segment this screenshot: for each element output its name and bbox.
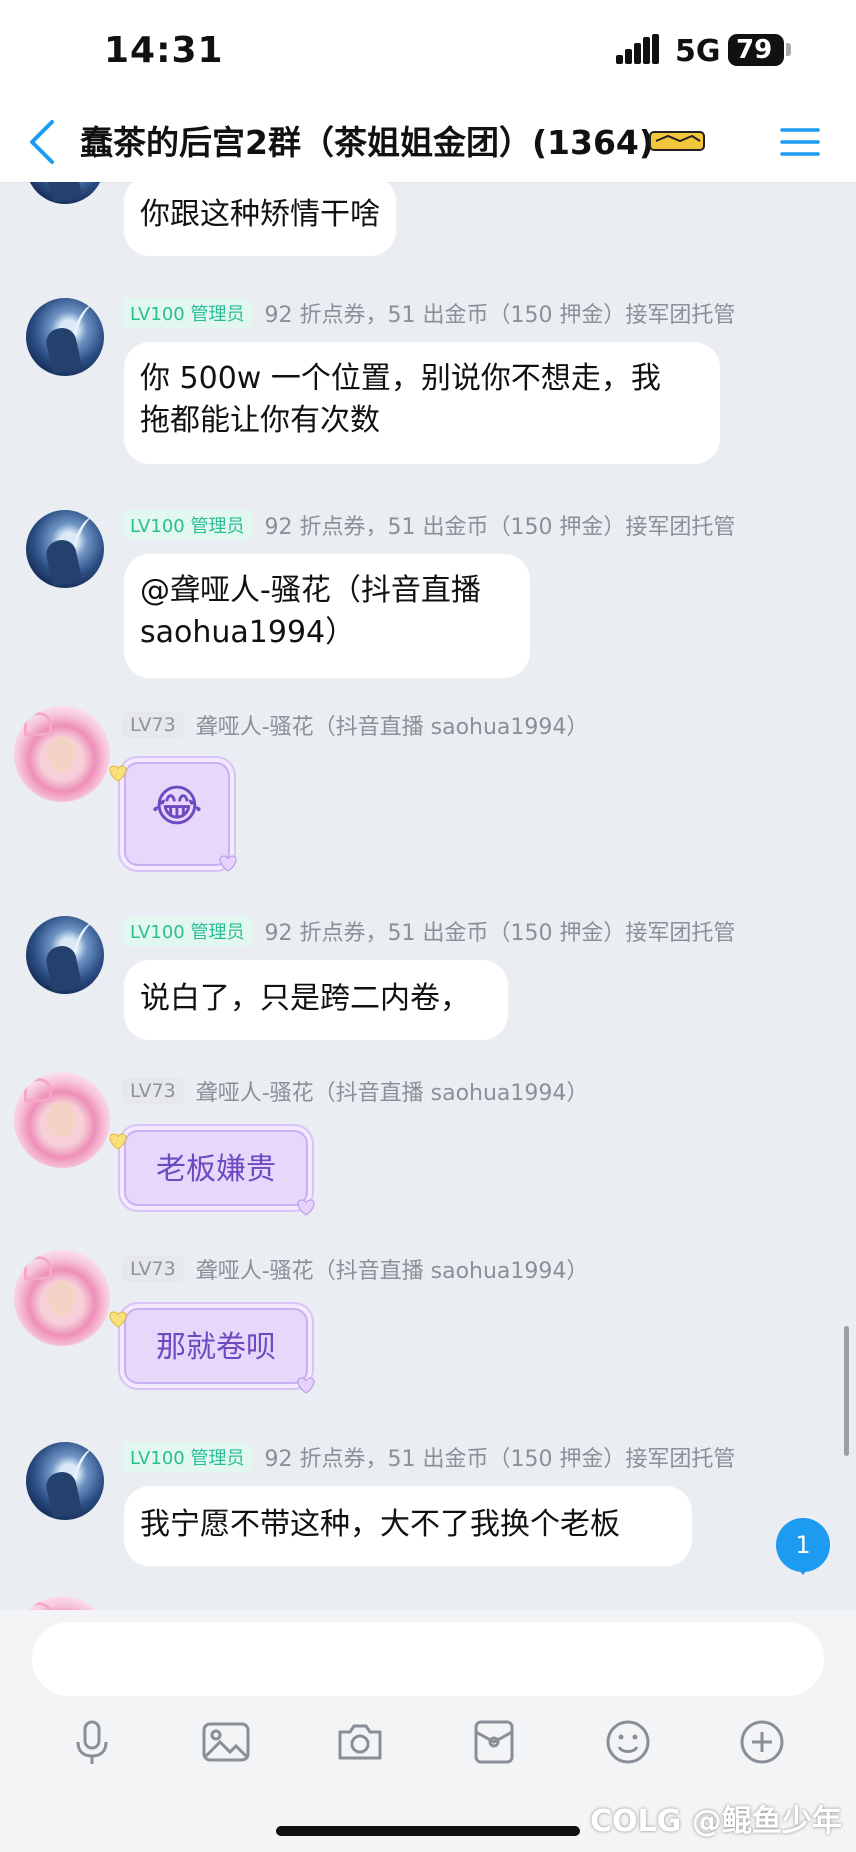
sender-name: 92 折点券，51 出金币（150 押金）接军团托管 [264, 303, 736, 328]
sender-meta: LV100 管理员 92 折点券，51 出金币（150 押金）接军团托管 [122, 1442, 735, 1472]
signal-icon [616, 34, 660, 64]
group-title[interactable]: 蠢茶的后宫2群（茶姐姐金团）(1364) [80, 116, 654, 164]
sticker-icon [648, 124, 706, 158]
image-icon[interactable] [198, 1714, 254, 1770]
avatar[interactable] [26, 298, 104, 376]
level-badge: LV100 管理员 [122, 1442, 253, 1472]
level-badge: LV73 [122, 1256, 184, 1282]
sender-meta: LV100 管理员 92 折点券，51 出金币（150 押金）接军团托管 [122, 916, 735, 946]
message-text: 老板嫌贵 [156, 1152, 276, 1187]
message-text: 我宁愿不带这种，大不了我换个老板 [140, 1507, 620, 1542]
heart-icon [109, 1311, 127, 1328]
sender-name: 聋哑人-骚花（抖音直播 saohua1994） [195, 1259, 589, 1284]
battery-icon: 79 [728, 34, 784, 66]
heart-icon [297, 1377, 315, 1394]
message-input[interactable] [32, 1622, 824, 1696]
level-badge: LV100 管理员 [122, 298, 253, 328]
laughing-emoji-icon: 😂 [151, 781, 203, 832]
level-badge: LV100 管理员 [122, 510, 253, 540]
avatar[interactable] [26, 916, 104, 994]
red-packet-icon[interactable] [466, 1714, 522, 1770]
chat-header: 蠢茶的后宫2群（茶姐姐金团）(1364) [0, 104, 856, 183]
message-bubble[interactable]: 你跟这种矫情干啥 [124, 182, 396, 256]
status-bar: 14:31 5G 79 [0, 0, 856, 104]
message-bubble[interactable]: 老板嫌贵 [124, 1130, 308, 1206]
heart-icon [109, 1133, 127, 1150]
sender-meta: LV100 管理员 92 折点券，51 出金币（150 押金）接军团托管 [122, 510, 735, 540]
scrollbar[interactable] [844, 1326, 849, 1456]
status-time: 14:31 [104, 30, 224, 71]
message-bubble[interactable]: 说白了，只是跨二内卷， [124, 960, 508, 1040]
sender-name: 聋哑人-骚花（抖音直播 saohua1994） [195, 715, 589, 740]
sender-meta: LV73 聋哑人-骚花（抖音直播 saohua1994） [122, 1254, 588, 1284]
message-bubble[interactable]: 那就卷呗 [124, 1308, 308, 1384]
plus-icon[interactable] [734, 1714, 790, 1770]
heart-icon [109, 765, 127, 782]
level-badge: LV100 管理员 [122, 916, 253, 946]
unread-badge[interactable]: 1 [776, 1518, 830, 1575]
avatar[interactable] [26, 1442, 104, 1520]
home-indicator[interactable] [276, 1826, 580, 1836]
level-badge: LV73 [122, 1078, 184, 1104]
back-icon[interactable] [22, 114, 66, 170]
level-badge: LV73 [122, 712, 184, 738]
microphone-icon[interactable] [64, 1714, 120, 1770]
watermark: COLG @鲲鱼少年 [590, 1804, 842, 1839]
hamburger-menu-icon[interactable] [778, 120, 822, 164]
avatar[interactable] [26, 182, 104, 204]
message-bubble[interactable]: @聋哑人-骚花（抖音直播 saohua1994） [124, 554, 530, 678]
sender-meta: LV73 聋哑人-骚花（抖音直播 saohua1994） [122, 1076, 588, 1106]
message-text: 你跟这种矫情干啥 [140, 197, 380, 232]
message-text: 说白了，只是跨二内卷， [140, 981, 470, 1016]
sender-meta: LV73 聋哑人-骚花（抖音直播 saohua1994） [122, 710, 588, 740]
avatar[interactable] [14, 1250, 110, 1346]
emoji-icon[interactable] [600, 1714, 656, 1770]
network-type: 5G [675, 34, 721, 69]
heart-icon [297, 1199, 315, 1216]
camera-icon[interactable] [332, 1714, 388, 1770]
sender-name: 聋哑人-骚花（抖音直播 saohua1994） [195, 1081, 589, 1106]
message-text: 那就卷呗 [156, 1330, 276, 1365]
heart-icon [219, 855, 237, 872]
chat-list[interactable]: 你跟这种矫情干啥 LV100 管理员 92 折点券，51 出金币（150 押金）… [0, 182, 856, 1610]
message-line: saohua1994） [140, 615, 356, 650]
battery-tip [786, 43, 791, 56]
message-line: 你 500w 一个位置，别说你不想走，我 [140, 361, 661, 396]
message-line: 拖都能让你有次数 [140, 403, 380, 438]
message-bubble[interactable]: 😂 [124, 762, 230, 866]
avatar[interactable] [14, 1596, 110, 1610]
sender-name: 92 折点券，51 出金币（150 押金）接军团托管 [264, 515, 736, 540]
avatar[interactable] [26, 510, 104, 588]
avatar[interactable] [14, 1072, 110, 1168]
message-bubble[interactable]: 我宁愿不带这种，大不了我换个老板 [124, 1486, 692, 1566]
avatar[interactable] [14, 706, 110, 802]
input-toolbar [0, 1714, 856, 1784]
message-bubble[interactable]: 你 500w 一个位置，别说你不想走，我 拖都能让你有次数 [124, 342, 720, 464]
sender-name: 92 折点券，51 出金币（150 押金）接军团托管 [264, 1447, 736, 1472]
sender-name: 92 折点券，51 出金币（150 押金）接军团托管 [264, 921, 736, 946]
message-line: @聋哑人-骚花（抖音直播 [140, 573, 481, 608]
sender-meta: LV100 管理员 92 折点券，51 出金币（150 押金）接军团托管 [122, 298, 735, 328]
